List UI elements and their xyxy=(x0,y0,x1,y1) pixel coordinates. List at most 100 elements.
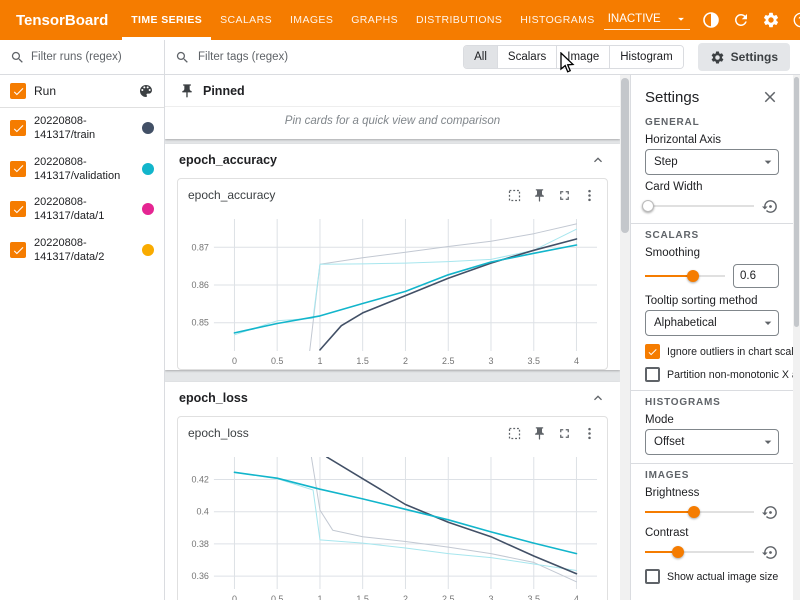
run-checkbox[interactable] xyxy=(10,201,26,217)
select-all-runs-checkbox[interactable] xyxy=(10,83,26,99)
data-status-select[interactable]: INACTIVE xyxy=(604,10,690,30)
pin-icon xyxy=(179,83,195,99)
palette-icon[interactable] xyxy=(138,83,154,99)
slider-thumb[interactable] xyxy=(642,200,654,212)
fit-domain-icon[interactable] xyxy=(507,188,522,203)
check-icon xyxy=(12,122,25,135)
reset-brightness-icon[interactable] xyxy=(762,504,779,521)
divider xyxy=(631,463,793,464)
fit-domain-icon[interactable] xyxy=(507,426,522,441)
help-icon[interactable]: ? xyxy=(792,11,800,29)
nav-tab-scalars[interactable]: SCALARS xyxy=(211,0,281,40)
run-color-dot xyxy=(142,244,154,256)
gear-icon[interactable] xyxy=(762,11,780,29)
chevron-up-icon[interactable] xyxy=(590,390,606,406)
nav-tab-distributions[interactable]: DISTRIBUTIONS xyxy=(407,0,511,40)
fullscreen-icon[interactable] xyxy=(557,426,572,441)
chevron-down-icon xyxy=(760,434,776,450)
run-checkbox[interactable] xyxy=(10,242,26,258)
filter-chip-image[interactable]: Image xyxy=(556,46,609,68)
more-options-icon[interactable] xyxy=(582,426,597,441)
chevron-up-icon[interactable] xyxy=(590,152,606,168)
section-header[interactable]: epoch_loss xyxy=(165,382,620,414)
pin-icon[interactable] xyxy=(532,188,547,203)
tensorboard-app: TensorBoard TIME SERIESSCALARSIMAGESGRAP… xyxy=(0,0,800,600)
run-row[interactable]: 20220808-141317/validation xyxy=(0,149,164,190)
contrast-slider[interactable] xyxy=(645,545,754,559)
epoch-accuracy-chart[interactable]: 00.511.522.533.540.850.860.87 xyxy=(178,211,607,369)
filter-tags-input[interactable] xyxy=(198,51,368,63)
run-row[interactable]: 20220808-141317/train xyxy=(0,108,164,149)
chevron-down-icon xyxy=(674,12,688,26)
section-header[interactable]: epoch_accuracy xyxy=(165,144,620,176)
partition-x-axis-row: Partition non-monotonic X axis xyxy=(645,367,779,382)
epoch-loss-chart[interactable]: 00.511.522.533.540.360.380.40.42 xyxy=(178,449,607,600)
nav-tab-time-series[interactable]: TIME SERIES xyxy=(122,0,211,40)
close-icon[interactable] xyxy=(761,88,779,106)
filter-chip-all[interactable]: All xyxy=(464,46,497,68)
filter-runs-input[interactable] xyxy=(31,51,154,63)
panel-scrollbar[interactable] xyxy=(793,75,800,600)
card-actions xyxy=(507,188,597,203)
pin-icon[interactable] xyxy=(532,426,547,441)
settings-panel: Settings GENERAL Horizontal Axis Step Ca… xyxy=(630,75,793,600)
card-width-slider[interactable] xyxy=(645,199,754,213)
run-row[interactable]: 20220808-141317/data/1 xyxy=(0,189,164,230)
runs-sidebar: Run 20220808-141317/train 20220808-141317… xyxy=(0,40,165,600)
slider-thumb[interactable] xyxy=(687,270,699,282)
fullscreen-icon[interactable] xyxy=(557,188,572,203)
ignore-outliers-label: Ignore outliers in chart scaling xyxy=(667,346,793,358)
body-row: Run 20220808-141317/train 20220808-141317… xyxy=(0,40,800,600)
nav-tab-images[interactable]: IMAGES xyxy=(281,0,342,40)
contrast-theme-icon[interactable] xyxy=(702,11,720,29)
scrollbar-thumb[interactable] xyxy=(794,77,799,327)
card-actions xyxy=(507,426,597,441)
runs-column-label: Run xyxy=(34,84,130,98)
brightness-slider[interactable] xyxy=(645,505,754,519)
horizontal-axis-label: Horizontal Axis xyxy=(645,134,779,146)
settings-panel-title: Settings xyxy=(645,89,699,106)
run-color-dot xyxy=(142,122,154,134)
settings-button[interactable]: Settings xyxy=(698,43,790,71)
run-name: 20220808-141317/validation xyxy=(34,155,134,184)
horizontal-axis-select[interactable]: Step xyxy=(645,149,779,175)
divider xyxy=(631,390,793,391)
scrollbar-thumb[interactable] xyxy=(621,78,629,233)
main-scrollbar[interactable] xyxy=(620,75,630,600)
nav-tab-graphs[interactable]: GRAPHS xyxy=(342,0,407,40)
cards-area: Pinned Pin cards for a quick view and co… xyxy=(165,75,630,600)
filter-chip-scalars[interactable]: Scalars xyxy=(497,46,556,68)
section-epoch-loss: epoch_loss epoch_loss xyxy=(165,382,620,600)
run-row[interactable]: 20220808-141317/data/2 xyxy=(0,230,164,271)
check-icon xyxy=(12,85,25,98)
histogram-mode-select[interactable]: Offset xyxy=(645,429,779,455)
svg-text:2.5: 2.5 xyxy=(442,594,454,600)
svg-text:2: 2 xyxy=(403,356,408,366)
run-checkbox[interactable] xyxy=(10,120,26,136)
partition-x-axis-label: Partition non-monotonic X axis xyxy=(667,369,793,381)
refresh-icon[interactable] xyxy=(732,11,750,29)
tooltip-sorting-select[interactable]: Alphabetical xyxy=(645,310,779,336)
filter-chip-histogram[interactable]: Histogram xyxy=(609,46,682,68)
pinned-empty-message: Pin cards for a quick view and compariso… xyxy=(165,107,620,139)
slider-thumb[interactable] xyxy=(688,506,700,518)
partition-x-axis-checkbox[interactable] xyxy=(645,367,660,382)
smoothing-value-input[interactable] xyxy=(733,264,779,288)
show-actual-size-checkbox[interactable] xyxy=(645,569,660,584)
svg-text:0.42: 0.42 xyxy=(191,474,208,484)
histogram-mode-label: Mode xyxy=(645,414,779,426)
reset-contrast-icon[interactable] xyxy=(762,544,779,561)
nav-tab-histograms[interactable]: HISTOGRAMS xyxy=(511,0,603,40)
reset-card-width-icon[interactable] xyxy=(762,198,779,215)
more-options-icon[interactable] xyxy=(582,188,597,203)
ignore-outliers-checkbox[interactable] xyxy=(645,344,660,359)
slider-thumb[interactable] xyxy=(672,546,684,558)
svg-text:0.4: 0.4 xyxy=(196,507,208,517)
ignore-outliers-row: Ignore outliers in chart scaling xyxy=(645,344,779,359)
svg-text:1.5: 1.5 xyxy=(356,594,368,600)
svg-text:1.5: 1.5 xyxy=(356,356,368,366)
right-column: AllScalarsImageHistogram Settings Pinned… xyxy=(165,40,800,600)
chevron-down-icon xyxy=(760,315,776,331)
run-checkbox[interactable] xyxy=(10,161,26,177)
smoothing-slider[interactable] xyxy=(645,269,725,283)
